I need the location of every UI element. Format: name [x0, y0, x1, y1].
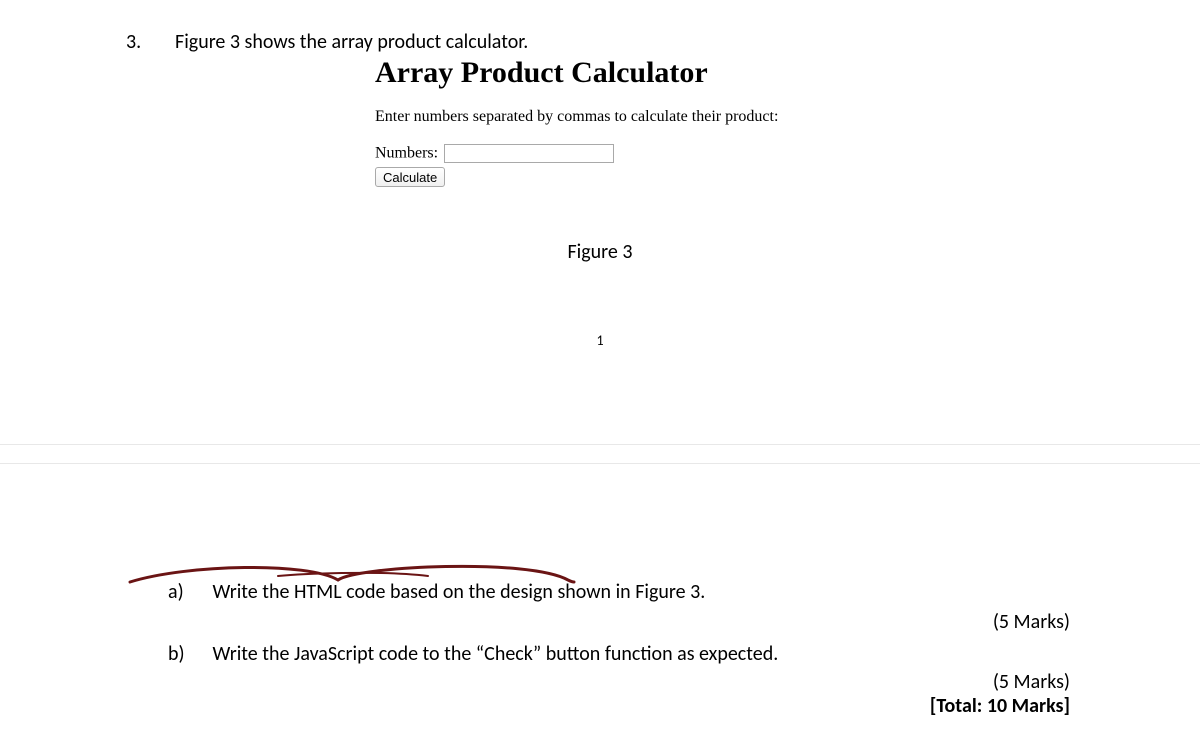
subpart-a-text: Write the HTML code based on the design … [213, 580, 706, 604]
document-page: 3. Figure 3 shows the array product calc… [0, 0, 1200, 732]
calculate-button[interactable]: Calculate [375, 167, 445, 187]
page-number: 1 [0, 332, 1200, 349]
figure-title: Array Product Calculator [375, 56, 895, 90]
button-row: Calculate [375, 167, 895, 187]
question-text: Figure 3 shows the array product calcula… [175, 30, 528, 54]
page-break [0, 444, 1200, 464]
question-number: 3. [126, 30, 141, 54]
subpart-a: a) Write the HTML code based on the desi… [168, 580, 705, 604]
figure-container: Array Product Calculator Enter numbers s… [375, 56, 895, 187]
numbers-label: Numbers: [375, 145, 438, 162]
subpart-b-marks: (5 Marks) [993, 670, 1070, 694]
subpart-b: b) Write the JavaScript code to the “Che… [168, 642, 778, 666]
numbers-input[interactable] [444, 144, 614, 163]
subpart-a-marks: (5 Marks) [993, 610, 1070, 634]
total-marks: [Total: 10 Marks] [930, 694, 1070, 718]
subpart-a-letter: a) [168, 580, 208, 604]
figure-caption: Figure 3 [0, 240, 1200, 264]
numbers-row: Numbers: [375, 144, 895, 163]
subpart-b-letter: b) [168, 642, 208, 666]
subpart-b-text: Write the JavaScript code to the “Check”… [213, 642, 779, 666]
figure-description: Enter numbers separated by commas to cal… [375, 108, 895, 126]
